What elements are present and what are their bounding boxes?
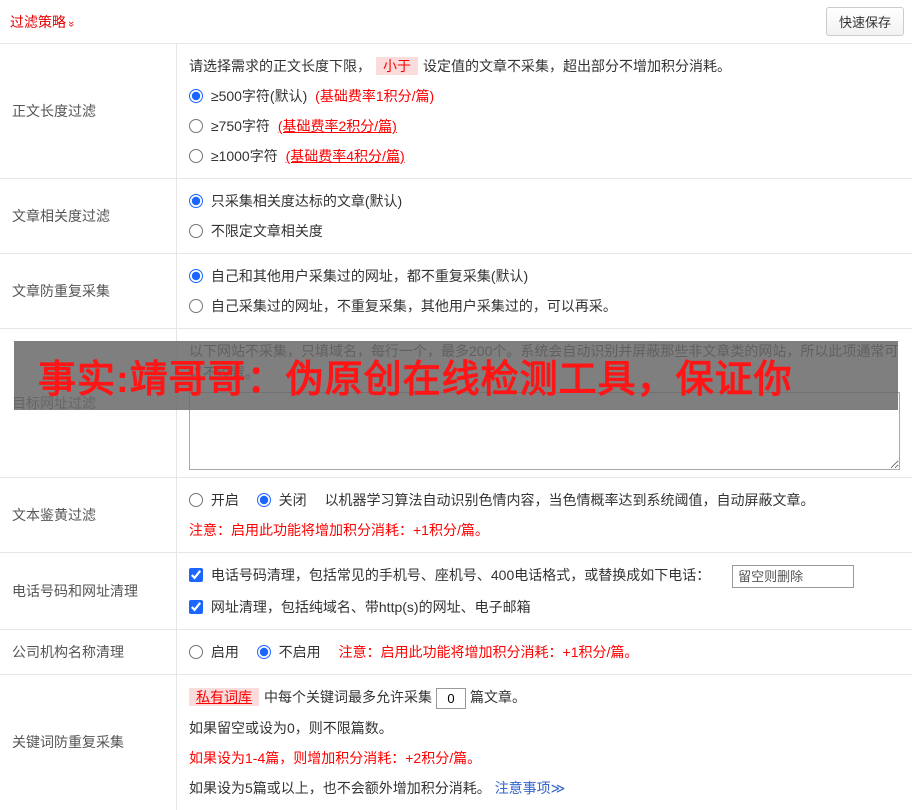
radio-length-750-input[interactable]: [189, 119, 203, 133]
row-label-keyword: 关键词防重复采集: [0, 674, 177, 810]
radio-relevance-any-label: 不限定文章相关度: [210, 223, 323, 239]
company-warning: 注意：启用此功能将增加积分消耗：+1积分/篇。: [338, 643, 639, 660]
radio-porn-off-input[interactable]: [256, 493, 271, 507]
checkbox-url-clean[interactable]: 网址清理，包括纯域名、带http(s)的网址、电子邮箱: [189, 599, 531, 615]
radio-length-750[interactable]: ≥750字符 (基础费率2积分/篇): [189, 118, 397, 134]
keyword-line4: 如果设为5篇或以上，也不会额外增加积分消耗。: [189, 779, 491, 796]
radio-porn-on-input[interactable]: [189, 493, 203, 507]
porn-warning: 注意：启用此功能将增加积分消耗：+1积分/篇。: [189, 522, 489, 538]
radio-length-500-input[interactable]: [189, 89, 203, 103]
intro-pre: 请选择需求的正文长度下限，: [189, 58, 371, 74]
row-phone-url-clean: 电话号码和网址清理 电话号码清理，包括常见的手机号、座机号、400电话格式，或替…: [0, 553, 912, 630]
watermark-text: 事实:靖哥哥：伪原创在线检测工具，保证你: [38, 359, 793, 401]
row-label-company: 公司机构名称清理: [0, 629, 177, 674]
checkbox-url-clean-label: 网址清理，包括纯域名、带http(s)的网址、电子邮箱: [210, 598, 531, 615]
radio-length-1000-note: (基础费率4积分/篇): [285, 148, 405, 164]
keyword-line3: 如果设为1-4篇，则增加积分消耗：+2积分/篇。: [189, 749, 482, 766]
checkbox-phone-clean-label: 电话号码清理，包括常见的手机号、座机号、400电话格式，或替换成如下电话：: [210, 567, 711, 583]
radio-relevance-any-input[interactable]: [189, 224, 203, 238]
radio-length-750-note: (基础费率2积分/篇): [277, 118, 397, 134]
radio-company-disable[interactable]: 不启用: [256, 643, 325, 660]
radio-length-1000-label: ≥1000字符: [210, 148, 278, 164]
keyword-count-input[interactable]: [436, 687, 466, 709]
watermark-overlay: 事实:靖哥哥：伪原创在线检测工具，保证你: [14, 341, 898, 410]
radio-dedupe-self-input[interactable]: [189, 299, 203, 313]
row-label-dedupe: 文章防重复采集: [0, 254, 177, 328]
porn-desc: 以机器学习算法自动识别色情内容，当色情概率达到系统阈值，自动屏蔽文章。: [324, 492, 815, 508]
checkbox-phone-clean-input[interactable]: [189, 568, 203, 582]
intro-highlight-less-than: 小于: [376, 57, 418, 75]
keyword-line2: 如果留空或设为0，则不限篇数。: [189, 719, 393, 736]
radio-dedupe-self-label: 自己采集过的网址，不重复采集，其他用户采集过的，可以再采。: [210, 298, 617, 314]
checkbox-phone-clean[interactable]: 电话号码清理，包括常见的手机号、座机号、400电话格式，或替换成如下电话：: [189, 567, 714, 583]
keyword-notes-link[interactable]: 注意事项≫: [495, 780, 566, 796]
row-label-phone-url: 电话号码和网址清理: [0, 553, 177, 629]
radio-length-1000[interactable]: ≥1000字符 (基础费率4积分/篇): [189, 148, 405, 164]
radio-length-500-label: ≥500字符(默认): [210, 88, 308, 104]
radio-dedupe-global-input[interactable]: [189, 269, 203, 283]
radio-company-disable-label: 不启用: [278, 643, 321, 660]
intro-post: 设定值的文章不采集，超出部分不增加积分消耗。: [423, 58, 731, 74]
radio-length-1000-input[interactable]: [189, 149, 203, 163]
row-relevance-filter: 文章相关度过滤 只采集相关度达标的文章(默认) 不限定文章相关度: [0, 179, 912, 254]
radio-porn-off[interactable]: 关闭: [256, 492, 311, 508]
checkbox-url-clean-input[interactable]: [189, 599, 203, 614]
chevron-down-icon[interactable]: »: [65, 20, 77, 26]
row-keyword-dedupe: 关键词防重复采集 私有词库中每个关键词最多允许采集 篇文章。 如果留空或设为0，则…: [0, 674, 912, 810]
radio-company-enable-input[interactable]: [189, 644, 203, 659]
radio-length-500-note: (基础费率1积分/篇): [315, 88, 435, 104]
keyword-line1-post: 篇文章。: [470, 688, 526, 705]
radio-length-500[interactable]: ≥500字符(默认) (基础费率1积分/篇): [189, 88, 434, 104]
radio-porn-off-label: 关闭: [278, 492, 307, 508]
keyword-line1-mid: 中每个关键词最多允许采集: [264, 688, 432, 705]
topbar: 过滤策略» 快速保存: [0, 0, 912, 43]
row-label-body-length: 正文长度过滤: [0, 44, 177, 178]
page-title: 过滤策略»: [10, 12, 77, 32]
body-length-intro: 请选择需求的正文长度下限， 小于 设定值的文章不采集，超出部分不增加积分消耗。: [189, 51, 900, 81]
row-company-clean: 公司机构名称清理 启用 不启用 注意：启用此功能将增加积分消耗：+1积分/篇。: [0, 629, 912, 675]
radio-relevance-strict-label: 只采集相关度达标的文章(默认): [210, 193, 403, 209]
radio-company-enable[interactable]: 启用: [189, 644, 243, 660]
radio-company-disable-input[interactable]: [256, 644, 271, 659]
radio-relevance-any[interactable]: 不限定文章相关度: [189, 223, 323, 239]
row-porn-filter: 文本鉴黄过滤 开启 关闭 以机器学习算法自动识别色情内容，当色情概率达到系统阈值…: [0, 478, 912, 553]
radio-relevance-strict-input[interactable]: [189, 194, 203, 208]
filter-settings-table: 正文长度过滤 请选择需求的正文长度下限， 小于 设定值的文章不采集，超出部分不增加积…: [0, 43, 912, 810]
radio-relevance-strict[interactable]: 只采集相关度达标的文章(默认): [189, 193, 402, 209]
page-title-text: 过滤策略: [10, 13, 66, 30]
radio-dedupe-self[interactable]: 自己采集过的网址，不重复采集，其他用户采集过的，可以再采。: [189, 298, 617, 314]
radio-porn-on-label: 开启: [210, 492, 239, 508]
row-label-porn: 文本鉴黄过滤: [0, 478, 177, 552]
quick-save-button[interactable]: 快速保存: [825, 7, 904, 36]
row-body-length-filter: 正文长度过滤 请选择需求的正文长度下限， 小于 设定值的文章不采集，超出部分不增加积…: [0, 44, 912, 179]
private-thesaurus-link[interactable]: 私有词库: [189, 687, 259, 706]
radio-dedupe-global[interactable]: 自己和其他用户采集过的网址，都不重复采集(默认): [189, 268, 528, 284]
radio-company-enable-label: 启用: [210, 643, 239, 660]
radio-dedupe-global-label: 自己和其他用户采集过的网址，都不重复采集(默认): [210, 268, 529, 284]
radio-length-750-label: ≥750字符: [210, 118, 270, 134]
phone-replace-input[interactable]: [732, 564, 855, 588]
radio-porn-on[interactable]: 开启: [189, 492, 243, 508]
row-label-relevance: 文章相关度过滤: [0, 179, 177, 253]
row-dedupe-collection: 文章防重复采集 自己和其他用户采集过的网址，都不重复采集(默认) 自己采集过的网…: [0, 254, 912, 329]
